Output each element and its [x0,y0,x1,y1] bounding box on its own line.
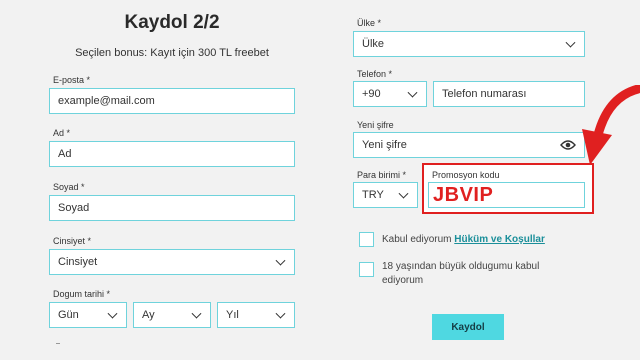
gender-select[interactable]: Cinsiyet [49,249,295,275]
chevron-down-icon [191,308,202,319]
first-name-placeholder: Ad [58,148,72,160]
promo-code-field[interactable]: JBVIP [428,182,585,208]
gender-label: Cinsiyet * [53,236,92,246]
phone-number-placeholder: Telefon numarası [442,88,527,100]
country-select[interactable]: Ülke [353,31,585,57]
chevron-down-icon [407,87,418,98]
email-field[interactable]: example@mail.com [49,88,295,114]
country-value: Ülke [362,38,385,50]
terms-prefix: Kabul ediyorum [382,234,455,245]
first-name-field[interactable]: Ad [49,141,295,167]
birth-year-value: Yıl [226,309,239,321]
terms-link[interactable]: Hüküm ve Koşullar [454,234,545,245]
currency-select[interactable]: TRY [353,182,418,208]
email-label: E-posta * [53,75,91,85]
divider [56,343,60,344]
birth-month-select[interactable]: Ay [133,302,211,328]
terms-checkbox[interactable] [359,232,374,247]
password-placeholder: Yeni şifre [362,139,407,151]
birth-day-select[interactable]: Gün [49,302,127,328]
age-text-line1: 18 yaşından büyük oldugumu kabul [382,261,540,272]
bonus-text: Seçilen bonus: Kayıt için 300 TL freebet [75,47,269,59]
chevron-down-icon [398,188,409,199]
phone-label: Telefon * [357,69,393,79]
chevron-down-icon [107,308,118,319]
submit-button[interactable]: Kaydol [432,314,504,340]
age-checkbox[interactable] [359,262,374,277]
chevron-down-icon [275,308,286,319]
last-name-label: Soyad * [53,182,85,192]
age-text: 18 yaşından büyük oldugumu kabul ediyoru… [382,260,539,288]
age-text-line2: ediyorum [382,275,424,286]
red-arrow-icon [582,85,640,165]
promo-code-value: JBVIP [433,183,494,206]
chevron-down-icon [565,37,576,48]
last-name-placeholder: Soyad [58,202,90,214]
country-label: Ülke * [357,18,382,28]
currency-value: TRY [362,189,384,201]
phone-code-select[interactable]: +90 [353,81,427,107]
page-title: Kaydol 2/2 [124,12,220,33]
promo-label: Promosyon kodu [432,170,500,180]
terms-text: Kabul ediyorum Hüküm ve Koşullar [382,233,545,247]
birth-year-select[interactable]: Yıl [217,302,295,328]
currency-label: Para birimi * [357,170,407,180]
birth-date-label: Dogum tarihi * [53,289,111,299]
gender-value: Cinsiyet [58,256,98,268]
password-field[interactable]: Yeni şifre [353,132,585,158]
first-name-label: Ad * [53,128,71,138]
birth-day-value: Gün [58,309,79,321]
email-placeholder: example@mail.com [58,95,155,107]
chevron-down-icon [275,255,286,266]
password-label: Yeni şifre [357,120,394,130]
last-name-field[interactable]: Soyad [49,195,295,221]
birth-month-value: Ay [142,309,155,321]
phone-code-value: +90 [362,88,381,100]
